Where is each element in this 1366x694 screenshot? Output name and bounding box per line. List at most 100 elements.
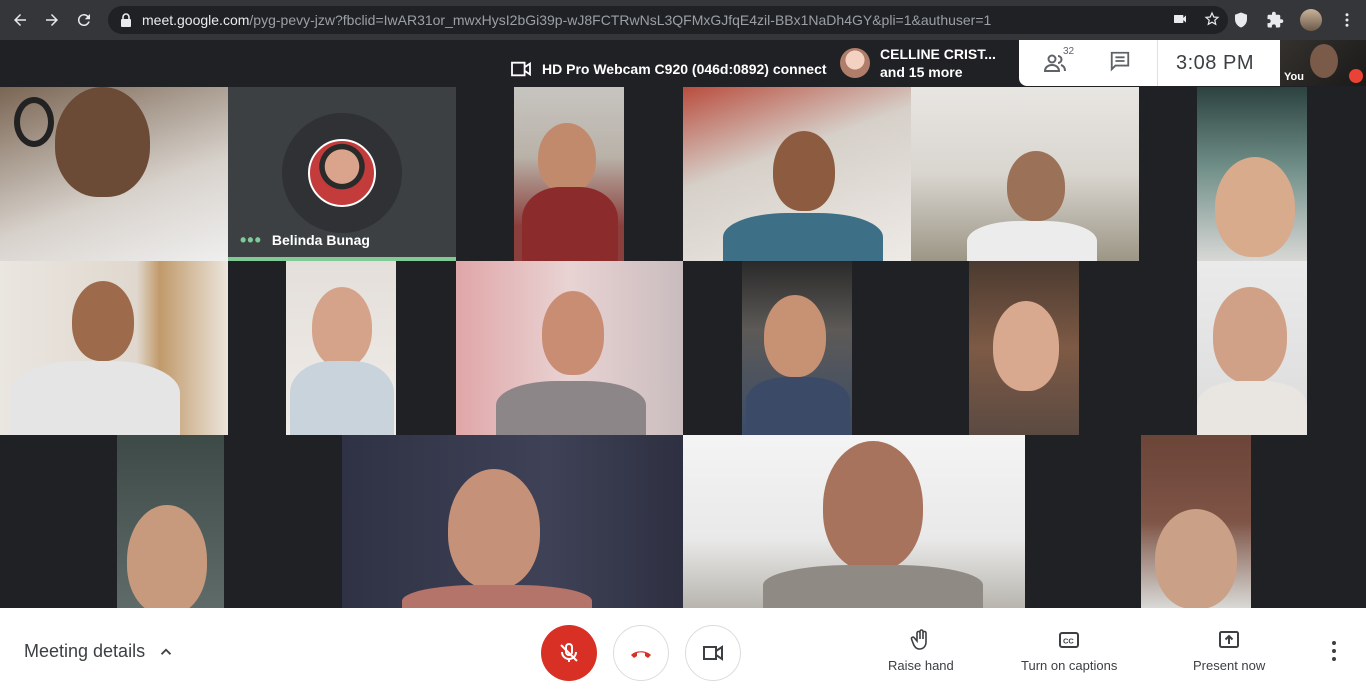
chrome-menu-icon[interactable] [1338, 11, 1356, 29]
arrow-right-icon [46, 14, 58, 26]
chat-icon [1110, 51, 1130, 71]
closed-captions-icon: CC [1059, 632, 1080, 648]
participant-face [55, 87, 150, 197]
address-bar[interactable]: meet.google.com/pyg-pevy-jzw?fbclid=IwAR… [108, 6, 1228, 34]
back-button[interactable] [8, 8, 32, 32]
participant-face [72, 281, 134, 361]
camera-status-banner: HD Pro Webcam C920 (046d:0892) connect [494, 52, 840, 86]
clock: 3:08 PM [1176, 51, 1254, 74]
url-text: meet.google.com/pyg-pevy-jzw?fbclid=IwAR… [142, 12, 991, 28]
participant-video[interactable] [456, 261, 683, 435]
url-path: /pyg-pevy-jzw?fbclid=IwAR31or_mwxHysI2bG… [249, 12, 992, 28]
video-grid: ••• Belinda Bunag [0, 40, 1366, 608]
participant-preview-name: CELLINE CRIST... [880, 46, 996, 62]
participant-video[interactable] [1197, 87, 1307, 261]
participant-face [312, 287, 372, 367]
participant-video[interactable] [117, 435, 224, 608]
video-camera-icon [511, 61, 531, 77]
meeting-details-button[interactable]: Meeting details [24, 641, 175, 662]
speaking-indicator: ••• [240, 230, 262, 250]
raise-hand-label: Raise hand [888, 658, 954, 673]
participant-body [967, 221, 1097, 261]
participant-preview-more: and 15 more [880, 64, 963, 80]
divider [1157, 40, 1158, 86]
participant-face [127, 505, 207, 608]
puzzle-extensions-icon[interactable] [1266, 11, 1284, 29]
participant-video[interactable] [1141, 435, 1251, 608]
camera-status-text: HD Pro Webcam C920 (046d:0892) connect [542, 61, 827, 77]
participant-video[interactable] [1197, 261, 1307, 435]
participant-body [746, 377, 850, 435]
shield-extension-icon[interactable] [1232, 11, 1250, 29]
participant-video[interactable] [342, 435, 683, 608]
participant-tile-speaking[interactable]: ••• Belinda Bunag [228, 87, 456, 261]
more-options-button[interactable] [1324, 641, 1344, 661]
participant-video[interactable] [0, 87, 228, 261]
participant-avatar [308, 139, 376, 207]
participant-count: 32 [1063, 46, 1075, 57]
participant-video[interactable] [514, 87, 624, 261]
participant-name: ••• Belinda Bunag [240, 230, 370, 250]
participant-face [1213, 287, 1287, 383]
participant-video[interactable] [969, 261, 1079, 435]
participant-face [764, 295, 826, 377]
headset [14, 97, 54, 147]
participant-body [496, 381, 646, 435]
present-screen-icon [1219, 631, 1240, 648]
participant-video[interactable] [683, 435, 1025, 608]
lock-icon [121, 13, 131, 27]
participant-video[interactable] [742, 261, 852, 435]
participant-face [993, 301, 1059, 391]
participant-face [538, 123, 596, 193]
hang-up-icon [631, 651, 651, 658]
dot [1332, 641, 1336, 645]
meeting-info-bar: 32 3:08 PM [1019, 40, 1280, 86]
participant-name-label: Belinda Bunag [271, 232, 370, 248]
microphone-toggle-button[interactable] [541, 625, 597, 681]
video-camera-icon [703, 645, 723, 661]
participant-body [1197, 381, 1307, 435]
participant-face [1215, 157, 1295, 257]
browser-toolbar: meet.google.com/pyg-pevy-jzw?fbclid=IwAR… [0, 0, 1366, 40]
self-face [1310, 44, 1338, 78]
camera-toggle-button[interactable] [685, 625, 741, 681]
participant-face [1155, 509, 1237, 608]
participant-face [773, 131, 835, 211]
camera-in-use-icon[interactable] [1172, 11, 1188, 27]
participant-face [823, 441, 923, 571]
participants-button[interactable]: 32 [1043, 46, 1074, 75]
mic-off-icon [1349, 69, 1363, 83]
participant-body [522, 187, 618, 261]
meeting-details-label: Meeting details [24, 641, 146, 661]
mic-off-icon [560, 643, 578, 662]
raise-hand-button[interactable]: Raise hand [888, 628, 954, 673]
reload-icon [77, 14, 90, 27]
participant-video[interactable] [286, 261, 396, 435]
participant-face [448, 469, 540, 589]
participant-body [723, 213, 883, 261]
control-bar: Meeting details Raise hand CC Turn on ca… [0, 608, 1366, 694]
present-now-button[interactable]: Present now [1193, 628, 1265, 673]
profile-avatar[interactable] [1300, 9, 1322, 31]
captions-button[interactable]: CC Turn on captions [1021, 628, 1117, 673]
reload-button[interactable] [72, 8, 96, 32]
chat-button[interactable] [1109, 50, 1131, 77]
participant-video[interactable] [911, 87, 1139, 261]
arrow-left-icon [14, 14, 26, 26]
participant-body [10, 361, 180, 435]
url-host: meet.google.com [142, 12, 250, 28]
leave-call-button[interactable] [613, 625, 669, 681]
participant-video[interactable] [683, 87, 911, 261]
participants-preview[interactable]: CELLINE CRIST... and 15 more [830, 40, 1020, 86]
participant-video[interactable] [0, 261, 228, 435]
hand-icon [910, 629, 927, 650]
bookmark-star-icon[interactable] [1204, 11, 1220, 27]
forward-button[interactable] [40, 8, 64, 32]
participant-mini-avatar [840, 48, 870, 78]
participant-body [402, 585, 592, 608]
dot [1332, 657, 1336, 661]
self-view-tile[interactable]: You [1280, 40, 1366, 86]
participant-face [1007, 151, 1065, 221]
participant-body [763, 565, 983, 608]
present-now-label: Present now [1193, 658, 1266, 673]
